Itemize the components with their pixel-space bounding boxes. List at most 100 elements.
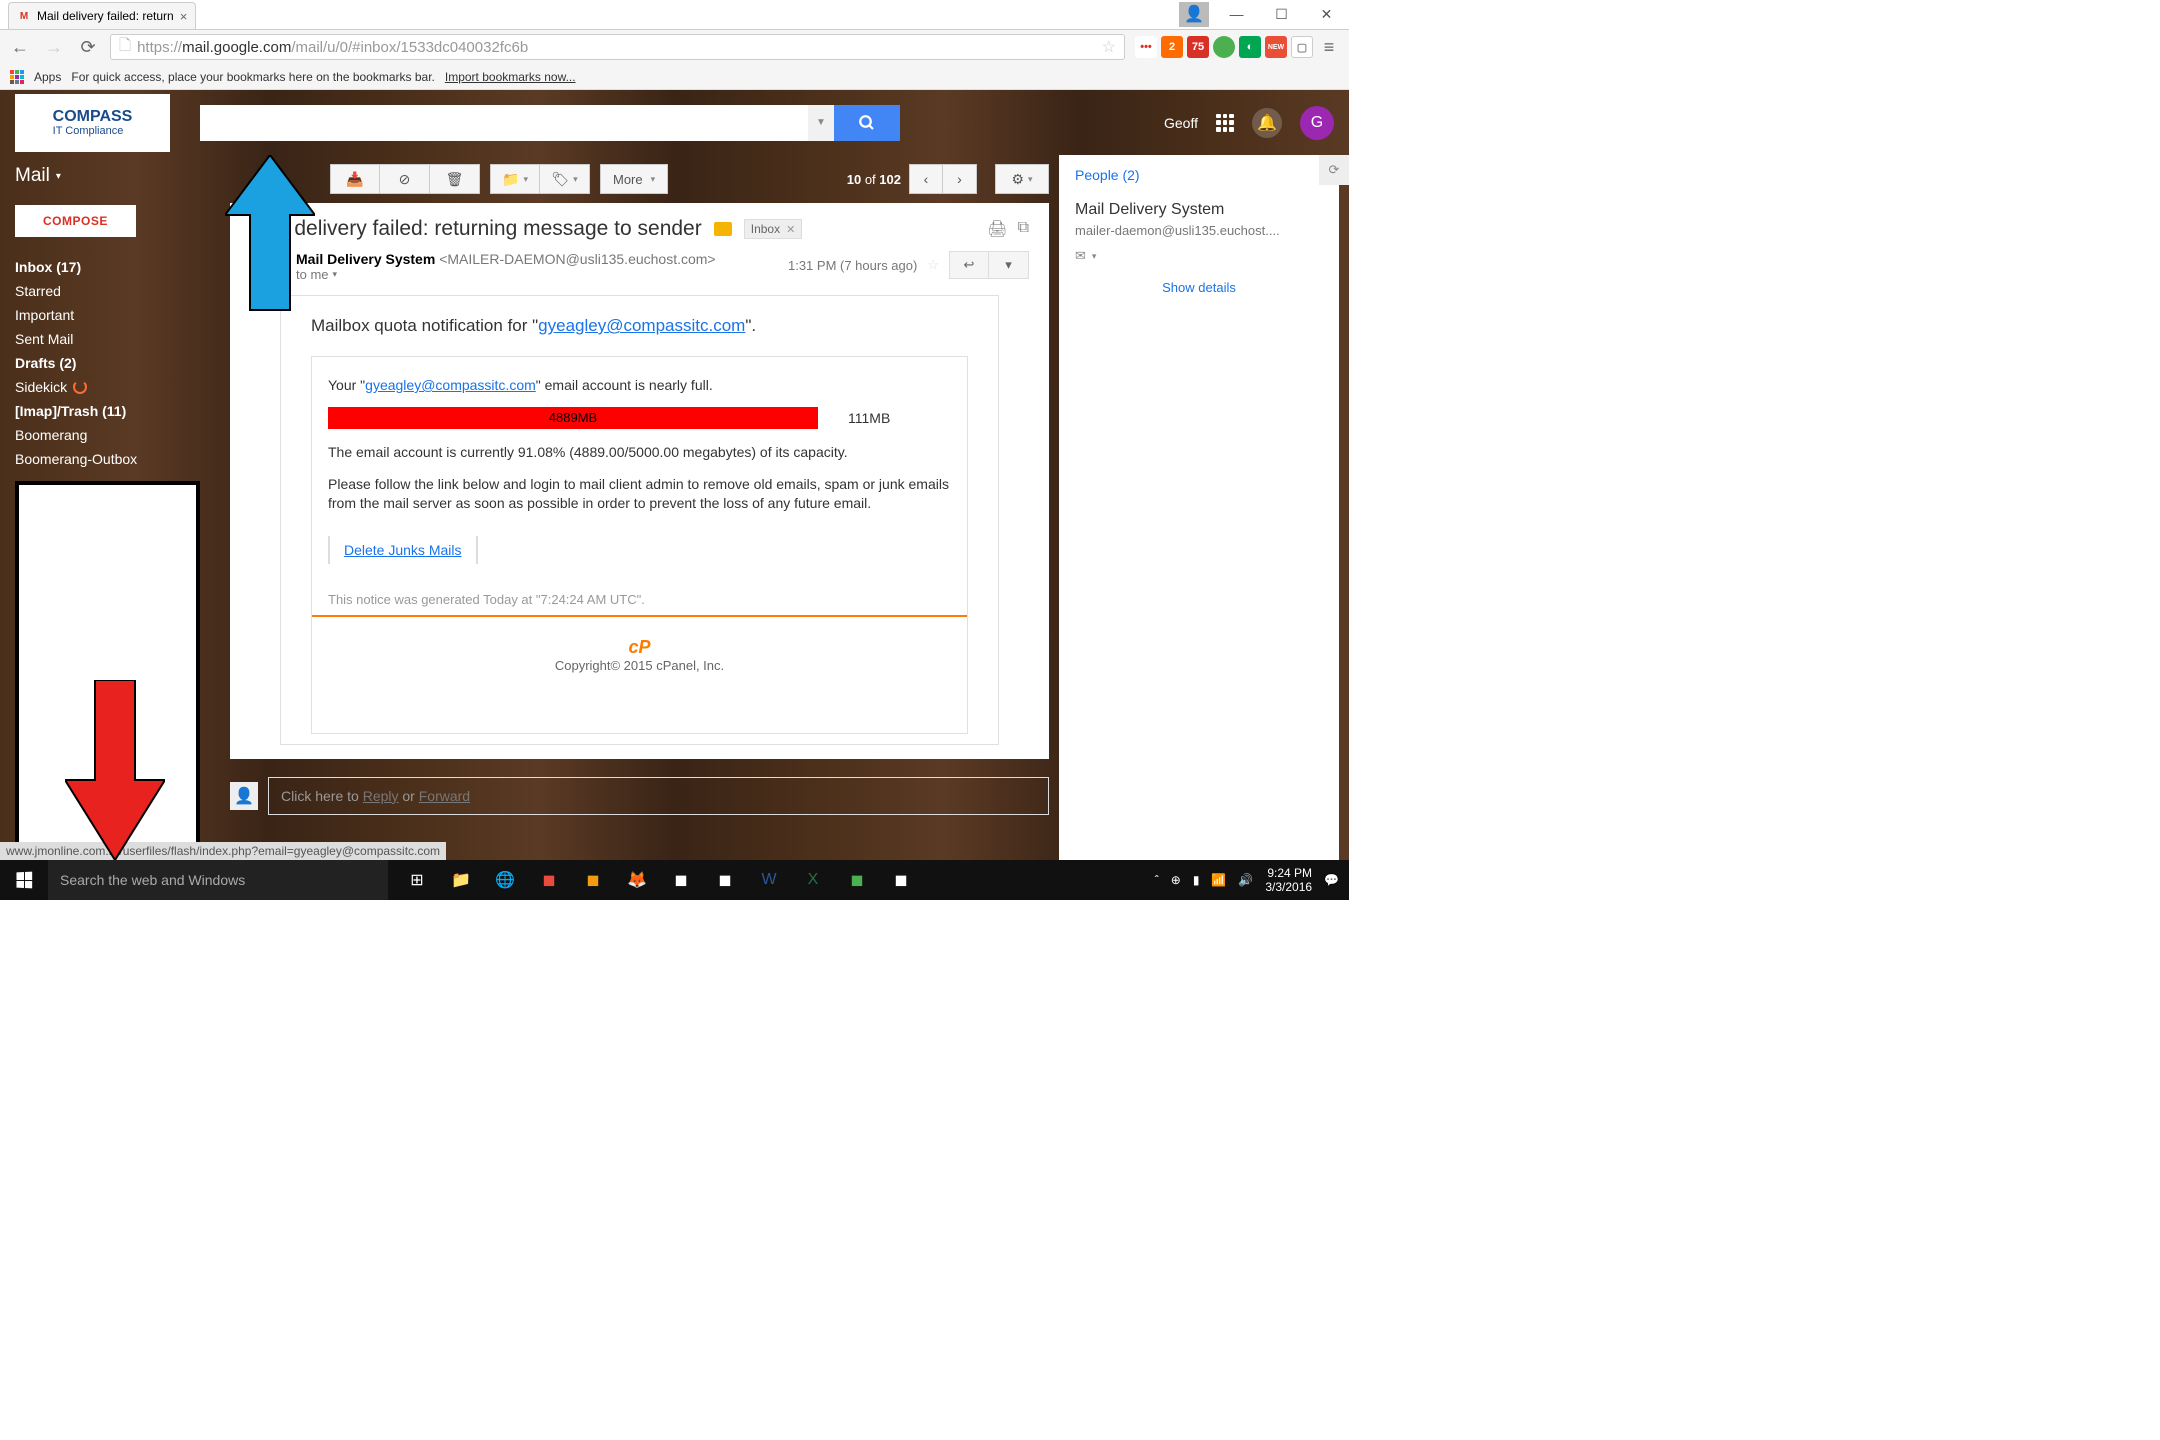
- notifications-tray-icon[interactable]: 💬: [1324, 873, 1339, 887]
- notifications-icon[interactable]: 🔔: [1252, 108, 1282, 138]
- ext-icon-7[interactable]: ▢: [1291, 36, 1313, 58]
- company-logo[interactable]: COMPASS IT Compliance: [15, 94, 170, 152]
- taskbar-search[interactable]: Search the web and Windows: [48, 860, 388, 900]
- prev-button[interactable]: ‹: [909, 164, 943, 194]
- delete-button[interactable]: 🗑: [430, 164, 480, 194]
- ext-icon-1[interactable]: •••: [1135, 36, 1157, 58]
- star-icon[interactable]: ☆: [927, 257, 939, 273]
- more-actions-button[interactable]: ▾: [989, 251, 1029, 279]
- back-button[interactable]: ←: [8, 35, 32, 59]
- print-icon[interactable]: 🖨: [987, 219, 1007, 239]
- bookmark-star-icon[interactable]: ☆: [1102, 37, 1116, 57]
- reply-input[interactable]: Click here to Reply or Forward: [268, 777, 1049, 815]
- annotation-blue-arrow: [225, 155, 315, 315]
- minimize-button[interactable]: —: [1214, 0, 1259, 29]
- folder-boomerang[interactable]: Boomerang: [15, 423, 205, 447]
- clock[interactable]: 9:24 PM 3/3/2016: [1265, 866, 1312, 895]
- folder-important[interactable]: Important: [15, 303, 205, 327]
- avatar[interactable]: G: [1300, 106, 1334, 140]
- tray-icon-1[interactable]: ⊕: [1171, 873, 1181, 887]
- people-link[interactable]: People (2): [1075, 167, 1323, 183]
- email-view: Mail delivery failed: returning message …: [230, 203, 1049, 759]
- start-button[interactable]: [0, 860, 48, 900]
- spam-button[interactable]: ⊘: [380, 164, 430, 194]
- system-tray: ˆ ⊕ ▮ 📶 🔊 9:24 PM 3/3/2016 💬: [1145, 866, 1349, 895]
- recipient-line[interactable]: to me ▾: [296, 267, 776, 282]
- folder-boomerang-outbox[interactable]: Boomerang-Outbox: [15, 447, 205, 471]
- tray-chevron-icon[interactable]: ˆ: [1155, 873, 1159, 887]
- app-icon-2[interactable]: ◼: [572, 860, 614, 900]
- mail-dropdown[interactable]: Mail ▾: [15, 165, 205, 187]
- show-details-link[interactable]: Show details: [1075, 280, 1323, 295]
- volume-icon[interactable]: 🔊: [1238, 873, 1253, 887]
- email-icon[interactable]: ✉: [1075, 248, 1086, 264]
- refresh-icon[interactable]: ⟳: [1319, 155, 1349, 185]
- folder-starred[interactable]: Starred: [15, 279, 205, 303]
- inbox-label[interactable]: Inbox✕: [744, 219, 803, 239]
- ext-icon-5[interactable]: ◐: [1239, 36, 1261, 58]
- app-icon-1[interactable]: ◼: [528, 860, 570, 900]
- import-bookmarks-link[interactable]: Import bookmarks now...: [445, 70, 576, 84]
- google-apps-icon[interactable]: [1216, 114, 1234, 132]
- delete-junks-link[interactable]: Delete Junks Mails: [344, 542, 462, 558]
- folder-drafts[interactable]: Drafts (2): [15, 351, 205, 375]
- chrome-icon[interactable]: 🌐: [484, 860, 526, 900]
- word-icon[interactable]: W: [748, 860, 790, 900]
- archive-button[interactable]: 📥: [330, 164, 380, 194]
- reload-button[interactable]: ⟳: [76, 35, 100, 59]
- chrome-menu-icon[interactable]: ≡: [1317, 35, 1341, 59]
- reply-button[interactable]: ↩: [949, 251, 989, 279]
- compose-button[interactable]: COMPOSE: [15, 205, 136, 237]
- forward-link[interactable]: Forward: [419, 788, 470, 804]
- ext-icon-4[interactable]: [1213, 36, 1235, 58]
- sender-row: 👤 Mail Delivery System <MAILER-DAEMON@us…: [250, 251, 1029, 285]
- wifi-icon[interactable]: 📶: [1211, 873, 1226, 887]
- apps-shortcut-icon[interactable]: [10, 70, 24, 84]
- settings-button[interactable]: ⚙▾: [995, 164, 1049, 194]
- app-icon-5[interactable]: ◼: [836, 860, 878, 900]
- url-input[interactable]: 🗋 https://mail.google.com/mail/u/0/#inbo…: [110, 34, 1125, 60]
- search-input[interactable]: [200, 105, 808, 141]
- chevron-down-icon[interactable]: ▾: [1092, 251, 1097, 262]
- app-icon-6[interactable]: ◼: [880, 860, 922, 900]
- main-pane: 📥 ⊘ 🗑 📁▾ 🏷▾ More▾ 10 of 102 ‹ › ⚙▾: [220, 155, 1059, 860]
- reply-link[interactable]: Reply: [363, 788, 399, 804]
- folder-inbox[interactable]: Inbox (17): [15, 255, 205, 279]
- move-button[interactable]: 📁▾: [490, 164, 540, 194]
- browser-tab[interactable]: M Mail delivery failed: return ×: [8, 2, 196, 29]
- url-path: /mail/u/0/#inbox/1533dc040032fc6b: [291, 39, 528, 56]
- labels-button[interactable]: 🏷▾: [540, 164, 590, 194]
- battery-icon[interactable]: ▮: [1193, 873, 1200, 887]
- notice-text: This notice was generated Today at "7:24…: [328, 592, 951, 607]
- ext-icon-6[interactable]: NEW: [1265, 36, 1287, 58]
- more-button[interactable]: More▾: [600, 164, 668, 194]
- remove-label-icon[interactable]: ✕: [786, 223, 795, 236]
- excel-icon[interactable]: X: [792, 860, 834, 900]
- forward-button[interactable]: →: [42, 35, 66, 59]
- apps-label[interactable]: Apps: [34, 70, 61, 84]
- ext-icon-3[interactable]: 75: [1187, 36, 1209, 58]
- close-tab-icon[interactable]: ×: [180, 9, 188, 24]
- your-email-link[interactable]: gyeagley@compassitc.com: [365, 377, 536, 393]
- folder-sidekick[interactable]: Sidekick: [15, 375, 205, 399]
- task-view-icon[interactable]: ⊞: [396, 860, 438, 900]
- folder-sent[interactable]: Sent Mail: [15, 327, 205, 351]
- close-window-button[interactable]: ✕: [1304, 0, 1349, 29]
- chrome-user-icon[interactable]: 👤: [1179, 2, 1209, 27]
- search-dropdown-icon[interactable]: ▼: [808, 105, 834, 141]
- ext-icon-2[interactable]: 2: [1161, 36, 1183, 58]
- app-icon-4[interactable]: ◼: [704, 860, 746, 900]
- app-icon-3[interactable]: ◼: [660, 860, 702, 900]
- next-button[interactable]: ›: [943, 164, 977, 194]
- file-explorer-icon[interactable]: 📁: [440, 860, 482, 900]
- logo-line1: COMPASS: [53, 108, 133, 126]
- quota-email-link[interactable]: gyeagley@compassitc.com: [538, 316, 745, 335]
- new-window-icon[interactable]: ⧉: [1018, 219, 1029, 239]
- browser-titlebar: M Mail delivery failed: return × 👤 — ☐ ✕: [0, 0, 1349, 30]
- user-name[interactable]: Geoff: [1164, 115, 1198, 131]
- search-button[interactable]: [834, 105, 900, 141]
- folder-trash[interactable]: [Imap]/Trash (11): [15, 399, 205, 423]
- sender-info: Mail Delivery System <MAILER-DAEMON@usli…: [296, 251, 776, 282]
- maximize-button[interactable]: ☐: [1259, 0, 1304, 29]
- firefox-icon[interactable]: 🦊: [616, 860, 658, 900]
